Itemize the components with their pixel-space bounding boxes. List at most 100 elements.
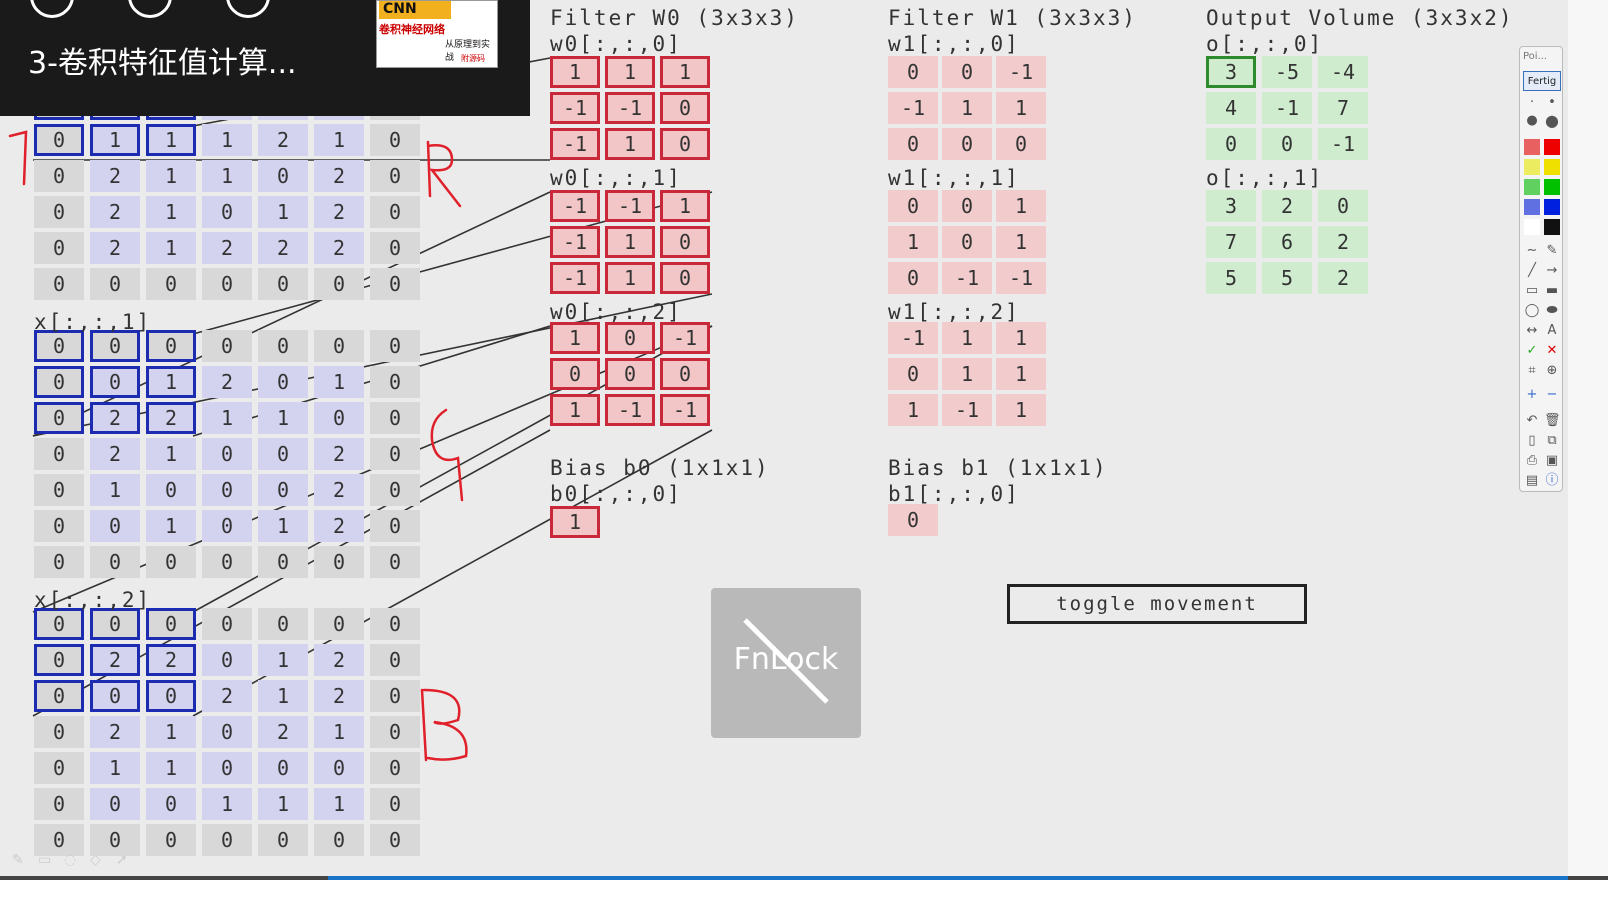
double-arrow-icon[interactable]: ↔ <box>1524 323 1540 339</box>
output-title: Output Volume (3x3x2) <box>1206 6 1514 30</box>
screen-icon[interactable]: ▤ <box>1524 473 1540 489</box>
forward-icon[interactable] <box>226 0 270 18</box>
filled-ellipse-icon[interactable]: ⬬ <box>1544 303 1560 319</box>
print-icon[interactable]: ⎙ <box>1524 453 1540 469</box>
input-cell: 2 <box>90 644 140 676</box>
cursor-icon[interactable]: ➚ <box>116 852 128 868</box>
filter1-cell: -1 <box>996 262 1046 294</box>
output-cell: -5 <box>1262 56 1312 88</box>
input-cell: 0 <box>202 196 252 228</box>
scrollbar[interactable] <box>1568 0 1608 902</box>
large-dot-icon[interactable]: ● <box>1524 113 1540 129</box>
input-cell: 0 <box>258 474 308 506</box>
input-cell: 2 <box>90 716 140 748</box>
input-cell: 1 <box>202 160 252 192</box>
trash-icon[interactable]: 🗑 <box>1544 413 1561 429</box>
pencil-icon[interactable]: ✎ <box>12 852 24 868</box>
plus-icon[interactable]: + <box>1524 387 1540 403</box>
color-blue-swatch[interactable] <box>1544 199 1560 215</box>
filter1-cell: 0 <box>888 190 938 222</box>
bias1-title: Bias b1 (1x1x1) <box>888 456 1108 480</box>
input-cell: 0 <box>202 824 252 856</box>
toggle-movement-button[interactable]: toggle movement <box>1007 584 1307 624</box>
small-dot-icon[interactable]: · <box>1524 95 1540 111</box>
color-white-swatch[interactable] <box>1524 219 1540 235</box>
zoom-icon[interactable]: ⊕ <box>1544 363 1560 379</box>
filter0-cell: 1 <box>550 322 600 354</box>
color-light-red-swatch[interactable] <box>1524 139 1540 155</box>
eraser-icon[interactable]: ◌ <box>64 852 76 868</box>
input-cell: 2 <box>314 232 364 264</box>
brush-icon[interactable]: ◇ <box>90 852 101 868</box>
input-cell: 2 <box>90 232 140 264</box>
input-cell: 0 <box>314 546 364 578</box>
color-light-green-swatch[interactable] <box>1524 179 1540 195</box>
text-tool-icon[interactable]: A <box>1544 323 1560 339</box>
play-icon[interactable] <box>128 0 172 18</box>
input-cell: 0 <box>370 510 420 542</box>
input-cell: 0 <box>90 546 140 578</box>
filled-rectangle-icon[interactable]: ▬ <box>1544 283 1560 299</box>
fnlock-slash-icon <box>743 618 829 704</box>
xlarge-dot-icon[interactable]: ● <box>1544 113 1560 129</box>
input-cell: 0 <box>258 824 308 856</box>
filter1-cell: 1 <box>942 358 992 390</box>
filter0-cell: 0 <box>605 358 655 390</box>
input-cell: 1 <box>258 510 308 542</box>
input-cell: 0 <box>370 824 420 856</box>
crop-icon[interactable]: ⌗ <box>1524 363 1540 379</box>
copy-icon[interactable]: ⧉ <box>1544 433 1560 449</box>
highlighter-icon[interactable]: ✎ <box>1544 243 1560 259</box>
arrow-tool-icon[interactable]: → <box>1544 263 1560 279</box>
color-light-blue-swatch[interactable] <box>1524 199 1540 215</box>
undo-icon[interactable]: ↶ <box>1524 413 1540 429</box>
filter0-cell: -1 <box>550 92 600 124</box>
ellipse-tool-icon[interactable]: ◯ <box>1524 303 1540 319</box>
done-button[interactable]: Fertig <box>1523 71 1561 91</box>
input-cell: 0 <box>370 366 420 398</box>
input-cell: 0 <box>370 438 420 470</box>
input-cell: 1 <box>258 788 308 820</box>
check-icon[interactable]: ✓ <box>1524 343 1540 359</box>
filter0-cell: 0 <box>660 128 710 160</box>
minus-icon[interactable]: − <box>1544 387 1560 403</box>
info-icon[interactable]: ⓘ <box>1544 473 1560 489</box>
course-thumbnail[interactable]: CNN 卷积神经网络 从原理到实战 附源码 <box>376 0 498 68</box>
board-icon[interactable]: ▭ <box>38 852 51 868</box>
pen-toolbar: Poi... Fertig · • ● ● ∼ ✎ ╱ → ▭ ▬ ◯ ⬬ ↔ … <box>1519 46 1563 492</box>
input-cell: 1 <box>202 124 252 156</box>
filter1-cell: 0 <box>888 128 938 160</box>
rectangle-tool-icon[interactable]: ▭ <box>1524 283 1540 299</box>
input-cell: 2 <box>314 438 364 470</box>
filter0-cell: 0 <box>660 92 710 124</box>
toolbar-header: Poi... <box>1523 51 1548 62</box>
color-red-swatch[interactable] <box>1544 139 1560 155</box>
filter1-cell: 1 <box>996 322 1046 354</box>
input-cell: 0 <box>90 366 140 398</box>
filter1-cell: -1 <box>888 322 938 354</box>
input-cell: 0 <box>90 510 140 542</box>
filter0-cell: 0 <box>605 322 655 354</box>
color-black-swatch[interactable] <box>1544 219 1560 235</box>
freehand-pen-icon[interactable]: ∼ <box>1524 243 1540 259</box>
filter1-slice-label-1: w1[:,:,1] <box>888 166 1020 190</box>
close-icon[interactable]: ✕ <box>1544 343 1560 359</box>
output-cell: 2 <box>1318 262 1368 294</box>
input-cell: 0 <box>314 608 364 640</box>
line-tool-icon[interactable]: ╱ <box>1524 263 1540 279</box>
rewind-icon[interactable] <box>30 0 74 18</box>
input-cell: 0 <box>34 438 84 470</box>
input-cell: 1 <box>146 366 196 398</box>
color-green-swatch[interactable] <box>1544 179 1560 195</box>
filter1-cell: 0 <box>942 226 992 258</box>
save-icon[interactable]: ▣ <box>1544 453 1560 469</box>
new-page-icon[interactable]: ▯ <box>1524 433 1540 449</box>
medium-dot-icon[interactable]: • <box>1544 95 1560 111</box>
color-yellow-swatch[interactable] <box>1544 159 1560 175</box>
input-cell: 0 <box>34 752 84 784</box>
filter1-cell: 1 <box>942 322 992 354</box>
input-cell: 0 <box>370 124 420 156</box>
color-light-yellow-swatch[interactable] <box>1524 159 1540 175</box>
input-cell: 0 <box>146 546 196 578</box>
fnlock-overlay: FnLock <box>711 588 861 738</box>
